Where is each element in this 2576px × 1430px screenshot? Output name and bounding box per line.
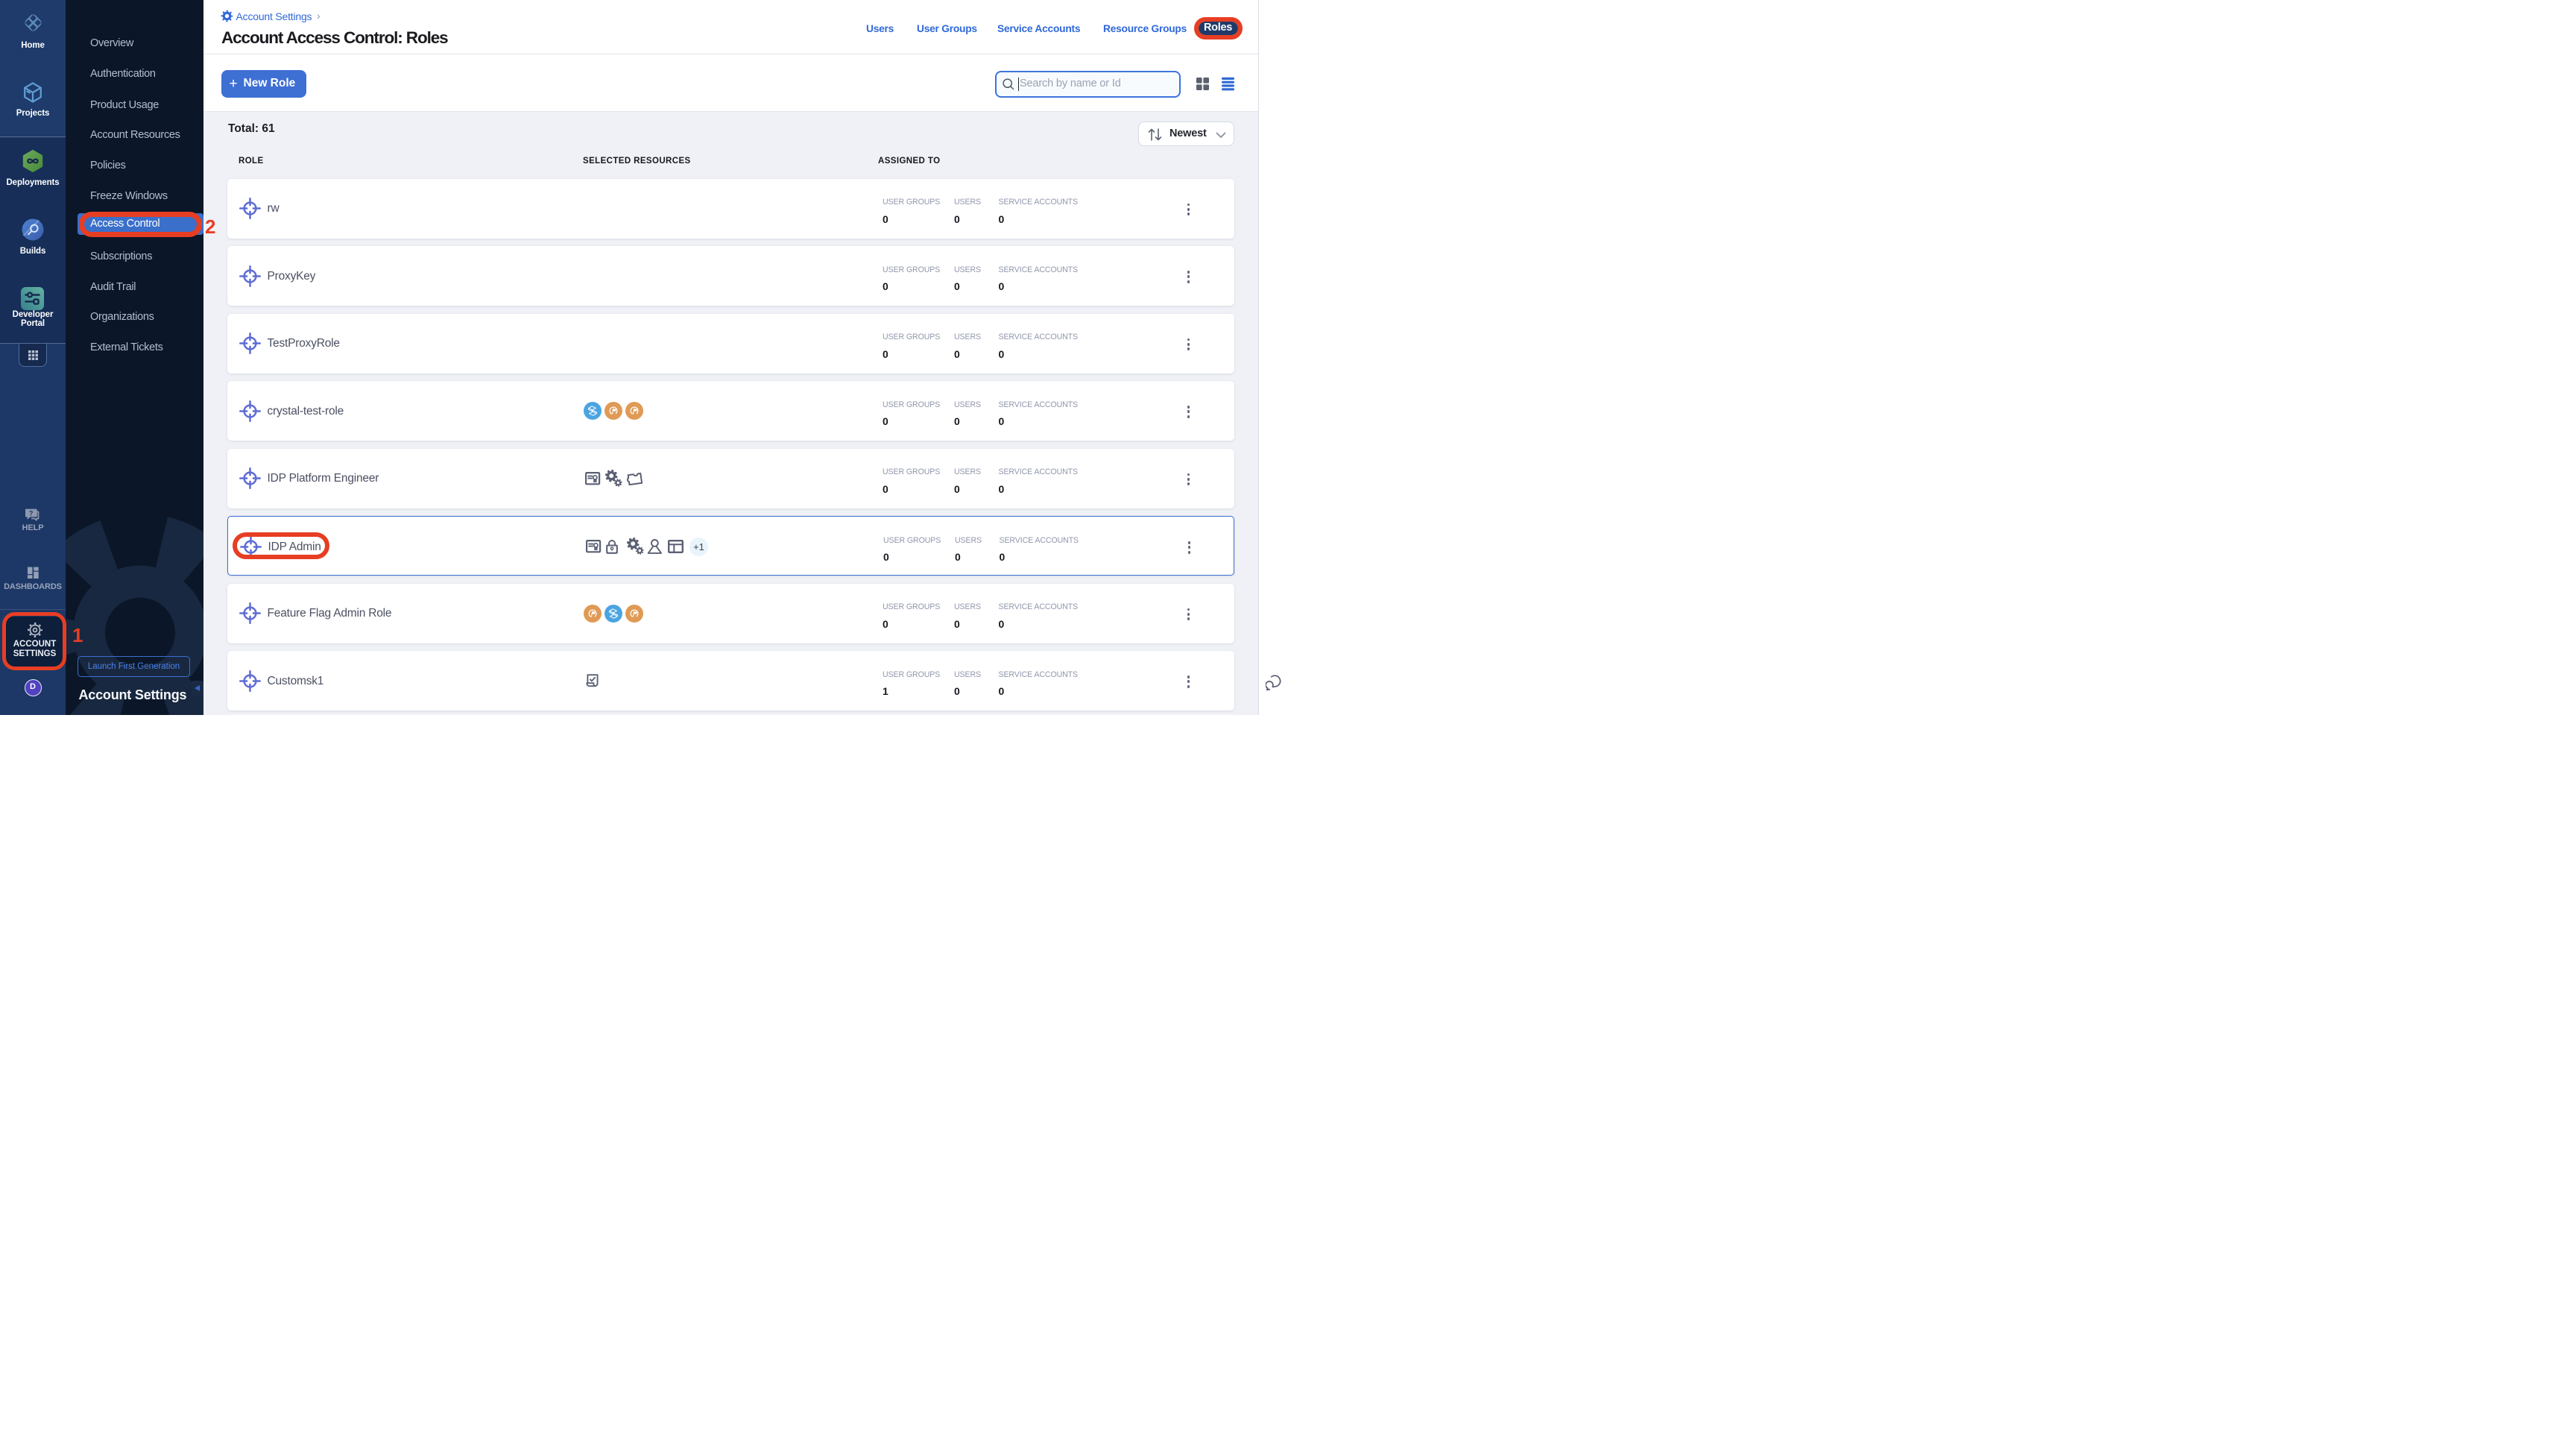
svg-text:?: ?: [29, 510, 34, 517]
